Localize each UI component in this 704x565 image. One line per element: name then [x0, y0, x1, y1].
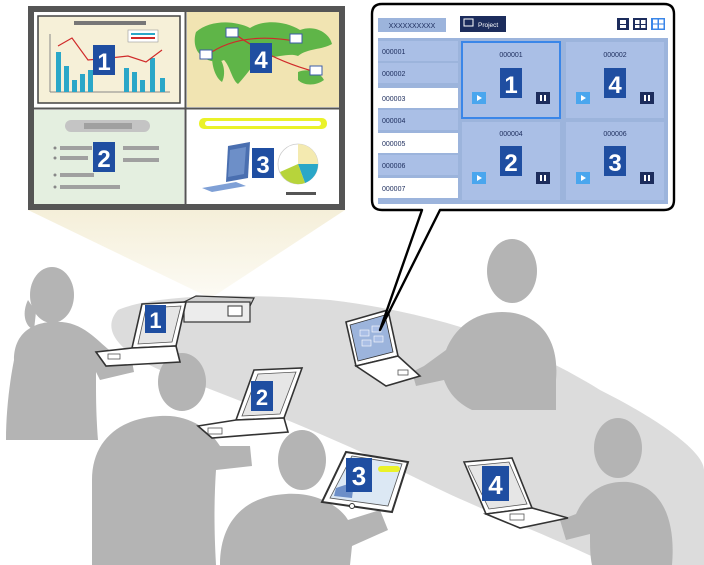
projector-beam — [28, 210, 345, 296]
tile-000004[interactable]: 000004 2 — [462, 122, 560, 200]
screen-panel-text: 2 — [34, 110, 184, 204]
tile-number: 3 — [608, 150, 621, 177]
list-item-label: 000001 — [382, 49, 405, 56]
tile-id: 000006 — [603, 131, 626, 138]
screen-panel-map: 4 — [187, 12, 339, 107]
list-item-label: 000003 — [382, 96, 405, 103]
pause-icon — [540, 175, 542, 181]
panel-number-1: 1 — [97, 49, 110, 76]
device-list: 000001 000002 000003 000004 000005 00000… — [378, 41, 458, 198]
tile-number: 2 — [504, 150, 517, 177]
tile-id: 000001 — [499, 52, 522, 59]
laptop-1: 1 — [94, 301, 188, 367]
project-button-label: Project — [478, 22, 498, 29]
pause-icon — [644, 175, 646, 181]
panel-number-2: 2 — [97, 146, 110, 173]
laptop-number-4: 4 — [488, 470, 503, 500]
laptop-number-2: 2 — [256, 385, 268, 410]
single-layout-icon[interactable] — [617, 18, 629, 30]
tile-000006[interactable]: 000006 3 — [566, 122, 664, 200]
projector-device — [181, 295, 255, 323]
projection-screen: 1 4 2 3 — [28, 6, 345, 210]
pause-icon — [644, 95, 646, 101]
project-button[interactable]: Project — [460, 16, 506, 32]
screen-panel-chart: 1 — [34, 12, 184, 107]
screen-panel-pie: 3 — [187, 110, 339, 204]
pause-button[interactable] — [640, 92, 654, 104]
tile-000002[interactable]: 000002 4 — [566, 42, 664, 118]
pause-button[interactable] — [640, 172, 654, 184]
quad-layout-icon[interactable] — [651, 18, 665, 30]
pause-button[interactable] — [536, 172, 550, 184]
list-item-label: 000002 — [382, 71, 405, 78]
panel-number-3: 3 — [256, 152, 269, 179]
tablet-3: 3 — [320, 450, 410, 514]
list-item-label: 000004 — [382, 118, 405, 125]
panel-number-4: 4 — [254, 47, 268, 74]
meeting-room-diagram: 1 4 2 3 1 2 3 4 XXXXXXXXXX Project 00000… — [6, 2, 704, 565]
pause-button[interactable] — [536, 92, 550, 104]
tablet-number-3: 3 — [352, 461, 366, 491]
tile-000001[interactable]: 000001 1 — [461, 41, 561, 119]
list-item-label: 000007 — [382, 186, 405, 193]
dual-layout-icon[interactable] — [633, 18, 647, 30]
tile-id: 000002 — [603, 52, 626, 59]
tile-number: 4 — [608, 72, 622, 99]
pause-icon — [540, 95, 542, 101]
header-text: XXXXXXXXXX — [389, 23, 436, 30]
laptop-number-1: 1 — [149, 308, 161, 333]
list-item-label: 000006 — [382, 163, 405, 170]
tile-id: 000004 — [499, 131, 522, 138]
list-item-label: 000005 — [382, 141, 405, 148]
tile-number: 1 — [504, 72, 517, 99]
